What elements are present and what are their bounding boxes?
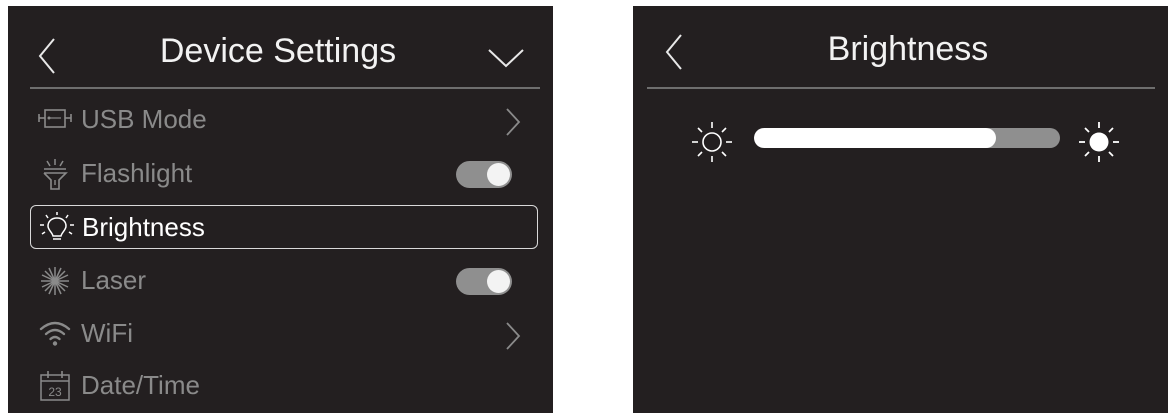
page-title: Device Settings [159,32,397,70]
chevron-right-icon [506,322,521,350]
usb-icon [38,109,72,128]
calendar-day-number: 23 [48,385,62,399]
sun-bright-icon[interactable] [1076,119,1122,165]
menu-item-brightness[interactable]: Brightness [30,205,538,249]
chevron-left-icon[interactable] [36,36,58,76]
calendar-icon: 23 [40,371,70,401]
brightness-slider-fill [754,128,996,148]
toggle-knob [487,163,510,186]
flashlight-toggle[interactable] [456,161,512,188]
menu-item-label: Laser [81,265,147,295]
lightbulb-icon [40,212,74,240]
menu-item-usb-mode[interactable]: USB Mode [30,98,538,142]
wifi-icon [39,321,71,346]
sun-dim-icon[interactable] [689,119,735,165]
laser-icon [41,267,69,295]
menu-item-laser[interactable]: Laser [30,259,538,303]
flashlight-icon [43,159,68,190]
header-divider [30,87,540,89]
device-settings-panel: Device Settings USB Mode Flashlight Brig… [8,6,553,413]
menu-item-date-time[interactable]: 23 Date/Time [30,364,538,408]
menu-item-label: Date/Time [81,370,200,400]
header-divider [647,87,1155,89]
menu-item-label: WiFi [81,318,133,348]
menu-item-flashlight[interactable]: Flashlight [30,152,538,196]
brightness-slider[interactable] [754,128,1060,148]
chevron-down-icon[interactable] [486,46,526,70]
menu-item-wifi[interactable]: WiFi [30,312,538,356]
page-title: Brightness [827,30,989,68]
chevron-right-icon [506,108,521,136]
laser-toggle[interactable] [456,268,512,295]
brightness-panel: Brightness [633,6,1168,413]
menu-item-label: USB Mode [81,104,207,134]
chevron-left-icon[interactable] [663,32,685,72]
menu-item-label: Brightness [82,212,205,242]
menu-item-label: Flashlight [81,158,193,188]
toggle-knob [487,270,510,293]
